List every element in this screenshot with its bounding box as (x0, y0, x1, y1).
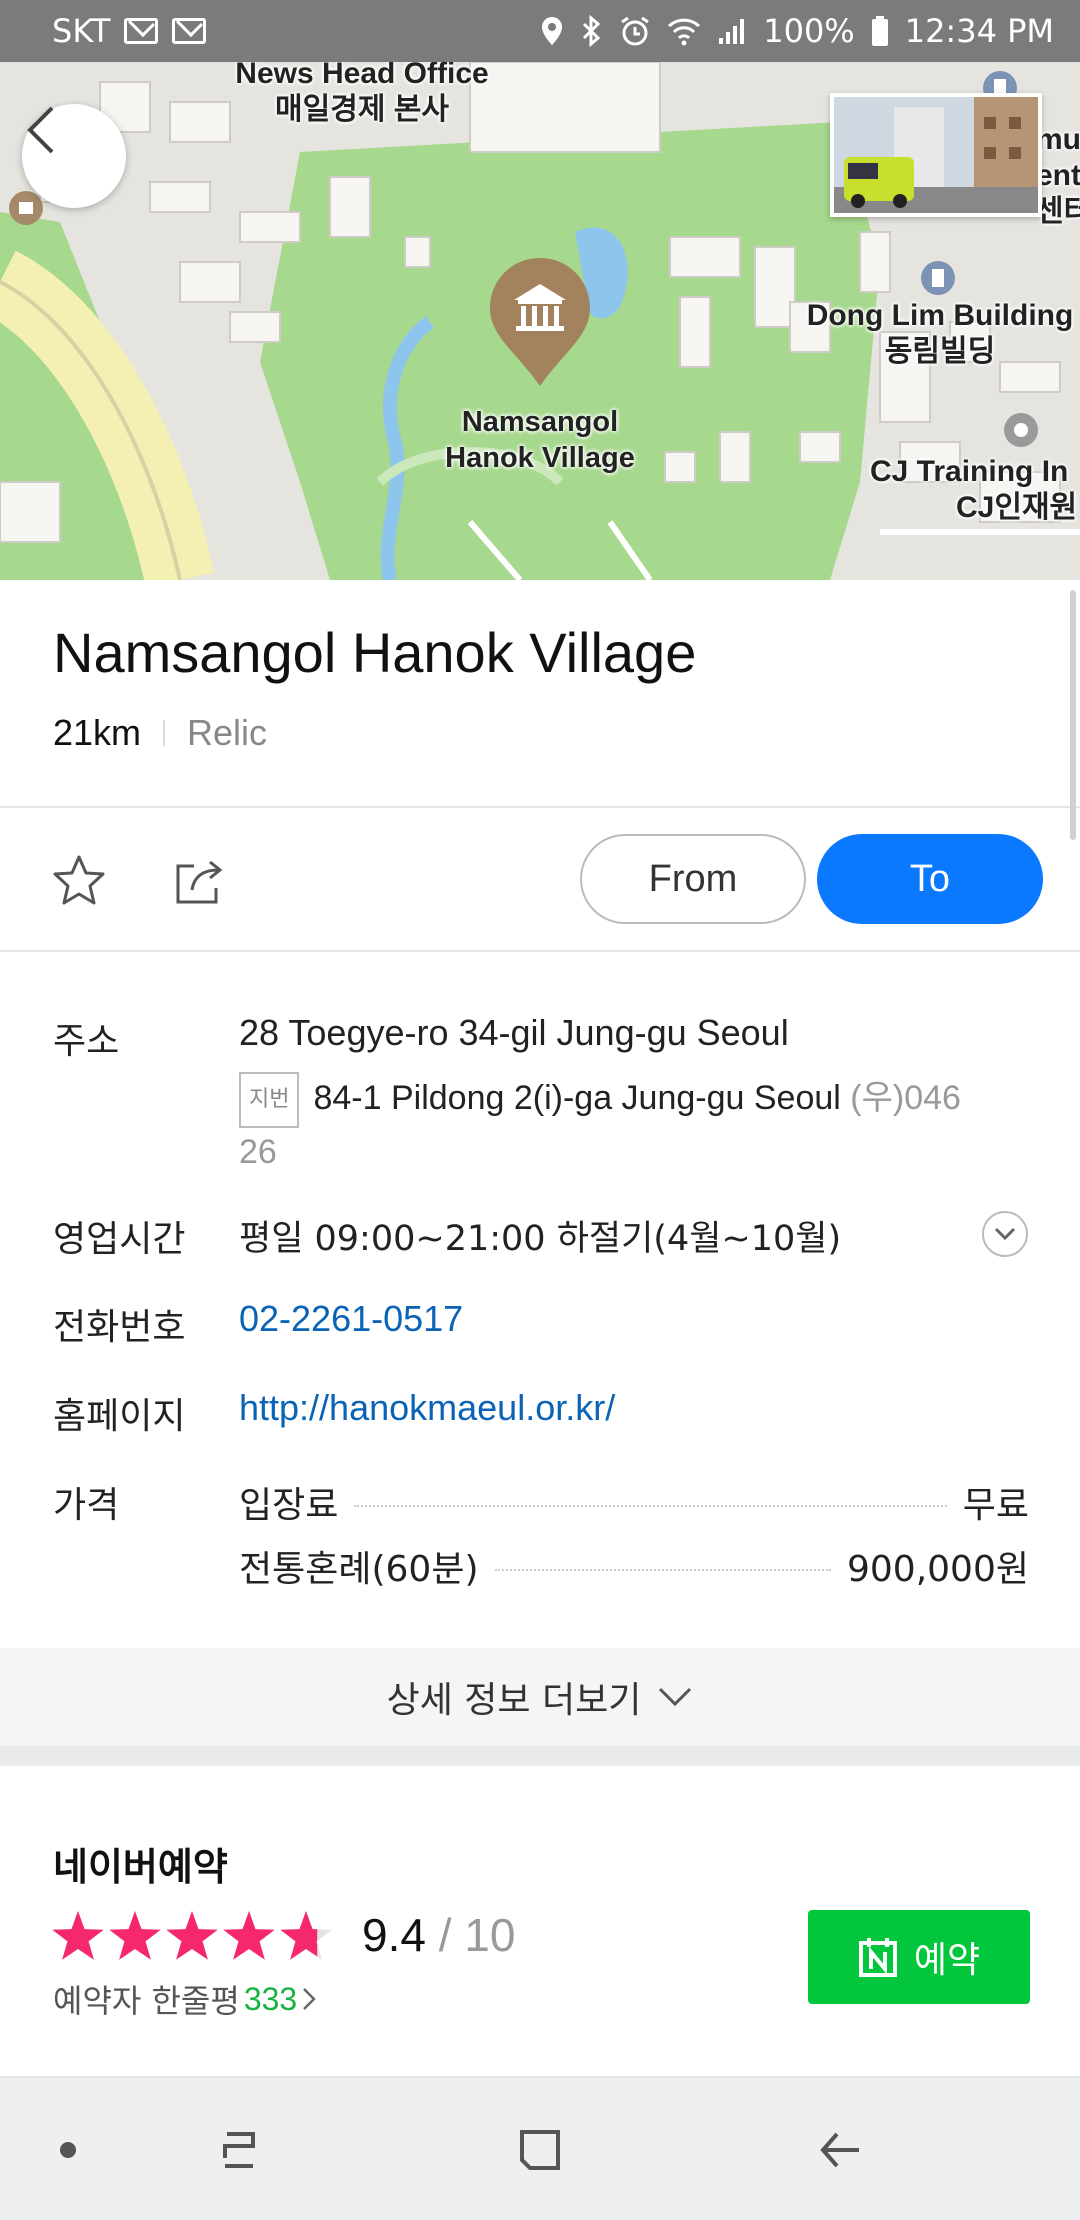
price-label: 가격 (53, 1485, 120, 1526)
mail-icon (124, 18, 159, 44)
jibun-badge: 지번 (239, 1072, 300, 1128)
dot-icon (60, 2142, 76, 2158)
address-text: 28 Toegye-ro 34-gil Jung-gu Seoul (239, 1012, 789, 1053)
back-nav-button[interactable] (800, 2108, 884, 2192)
reviews-link[interactable]: 예약자 한줄평 333 (53, 1976, 317, 2022)
rating-score: 9.4 / 10 (362, 1908, 515, 1962)
reserve-button[interactable]: 예약 (808, 1910, 1030, 2004)
category-text: Relic (187, 712, 268, 753)
place-meta: 21km Relic (53, 712, 267, 754)
map-label-edge: mu ent 센터 (1036, 123, 1080, 228)
chevron-left-icon (27, 106, 54, 154)
homepage-link[interactable]: http://hanokmaeul.or.kr/ (239, 1387, 615, 1429)
more-details-label: 상세 정보 더보기 (386, 1680, 642, 1721)
booking-title: 네이버예약 (53, 1845, 228, 1889)
place-title: Namsangol Hanok Village (53, 621, 697, 684)
status-bar: SKT 100% 12:34 PM (0, 0, 1080, 62)
back-arrow-icon (820, 2132, 859, 2168)
building-poi-icon (921, 261, 955, 295)
mail-icon (172, 18, 207, 44)
price-value: 900,000원 (847, 1549, 1029, 1590)
place-pin-icon[interactable] (488, 256, 592, 388)
more-details-section: 상세 정보 더보기 (0, 1648, 1080, 1766)
postal-code: (우)046 (850, 1078, 961, 1117)
target-poi-icon (1004, 413, 1038, 447)
battery-percent: 100% (763, 12, 855, 50)
jibun-address: 지번 84-1 Pildong 2(i)-ga Jung-gu Seoul (우)… (239, 1072, 1039, 1176)
battery-icon (871, 16, 888, 46)
chevron-down-icon (659, 1687, 692, 1707)
jibun-address-text: 84-1 Pildong 2(i)-ga Jung-gu Seoul (313, 1078, 841, 1117)
rating-max: / 10 (438, 1909, 516, 1961)
address-label: 주소 (53, 1021, 120, 1062)
system-navigation-bar (0, 2076, 1080, 2220)
home-button[interactable] (498, 2108, 582, 2192)
reserve-label: 예약 (913, 1940, 981, 1981)
street-view-thumbnail[interactable] (830, 93, 1042, 217)
hours-expand-button[interactable] (982, 1211, 1028, 1257)
place-header: Namsangol Hanok Village 21km Relic (0, 580, 1080, 808)
homepage-label: 홈페이지 (53, 1396, 186, 1437)
review-count: 333 (243, 1980, 298, 2017)
share-button[interactable] (170, 852, 228, 910)
rating-star-filled (166, 1911, 218, 1960)
signal-icon (719, 19, 745, 44)
price-item: 전통혼례(60분) (239, 1549, 479, 1590)
distance-text: 21km (53, 712, 142, 753)
bluetooth-icon (583, 15, 601, 47)
naver-booking-section: 네이버예약 9.4 / 10 예약자 한줄평 333 예약 (0, 1786, 1080, 2076)
price-leader (354, 1505, 947, 1507)
action-bar: From To (0, 808, 1080, 952)
clock: 12:34 PM (904, 12, 1054, 50)
recent-apps-icon (223, 2132, 255, 2168)
location-icon (542, 17, 563, 45)
rating-value: 9.4 (362, 1909, 426, 1961)
review-prefix: 예약자 한줄평 (53, 1982, 240, 2020)
price-row: 전통혼례(60분) 900,000원 (239, 1540, 1029, 1592)
share-icon (176, 860, 223, 904)
hours-label: 영업시간 (53, 1219, 186, 1260)
building-poi-icon (9, 191, 43, 225)
rating-star-filled (109, 1911, 161, 1960)
hours-text: 평일 09:00~21:00 하절기(4월~10월) (239, 1219, 842, 1259)
price-row: 입장료 무료 (239, 1476, 1029, 1528)
price-item: 입장료 (239, 1485, 339, 1526)
price-value: 무료 (962, 1485, 1029, 1526)
scrollbar[interactable] (1070, 590, 1076, 840)
rating-stars (52, 1911, 332, 1960)
chevron-down-icon (994, 1227, 1016, 1241)
map-label-news-office: News Head Office 매일경제 본사 (235, 62, 489, 126)
nav-dot-button[interactable] (26, 2108, 110, 2192)
recent-apps-button[interactable] (196, 2108, 280, 2192)
favorite-button[interactable] (50, 852, 108, 910)
map-label-dong-lim: Dong Lim Building 동림빌딩 (806, 299, 1074, 368)
postal-code-suffix: 26 (239, 1133, 277, 1171)
carrier-label: SKT (52, 12, 111, 50)
home-icon (520, 2130, 560, 2170)
wifi-icon (668, 18, 701, 46)
more-details-button[interactable]: 상세 정보 더보기 (0, 1648, 1080, 1746)
star-icon (53, 855, 105, 905)
chevron-right-icon (303, 1988, 316, 2010)
phone-link[interactable]: 02-2261-0517 (239, 1298, 463, 1340)
from-button[interactable]: From (580, 834, 806, 924)
rating-star-filled (52, 1911, 104, 1960)
place-info: 주소 28 Toegye-ro 34-gil Jung-gu Seoul 지번 8… (0, 952, 1080, 1648)
rating-star-filled (223, 1911, 275, 1960)
price-leader (494, 1569, 831, 1571)
back-button[interactable] (22, 104, 126, 208)
meta-divider (163, 720, 166, 746)
map-view[interactable]: News Head Office 매일경제 본사 Dong Lim Buildi… (0, 62, 1080, 580)
to-button[interactable]: To (817, 834, 1043, 924)
place-pin-label: Namsangol Hanok Village (445, 406, 635, 474)
phone-label: 전화번호 (53, 1307, 186, 1348)
calendar-n-icon (858, 1938, 897, 1977)
alarm-icon (621, 16, 650, 46)
map-label-cj-training: CJ Training In CJ인재원 (870, 455, 1078, 524)
street-view-image (834, 97, 1038, 213)
